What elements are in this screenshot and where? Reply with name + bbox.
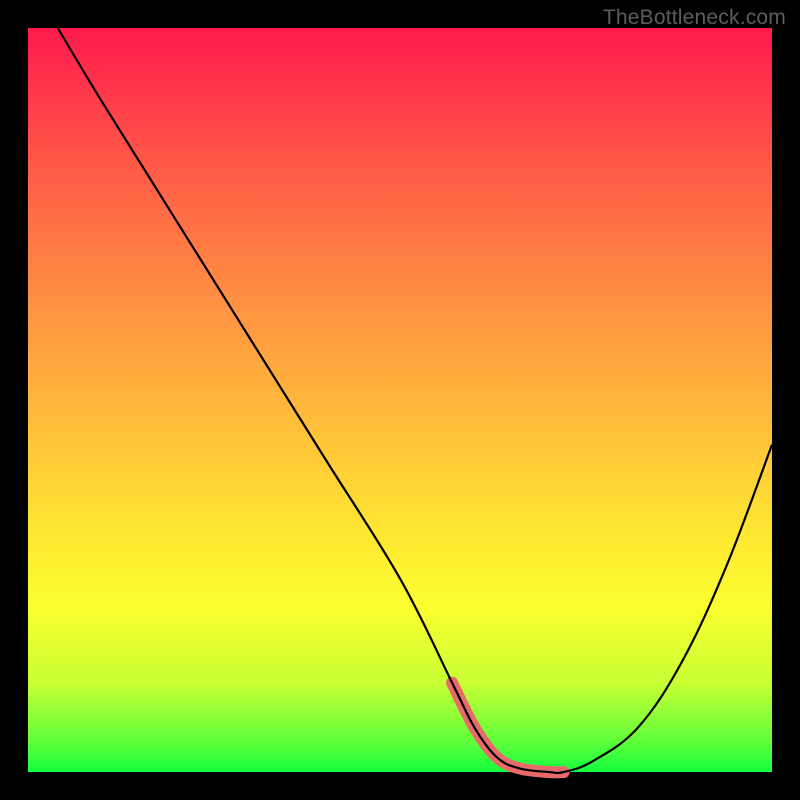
highlight-segment <box>452 683 564 773</box>
chart-svg <box>28 28 772 772</box>
chart-frame: TheBottleneck.com <box>0 0 800 800</box>
bottleneck-curve <box>58 28 772 773</box>
plot-area <box>28 28 772 772</box>
watermark-text: TheBottleneck.com <box>603 6 786 30</box>
